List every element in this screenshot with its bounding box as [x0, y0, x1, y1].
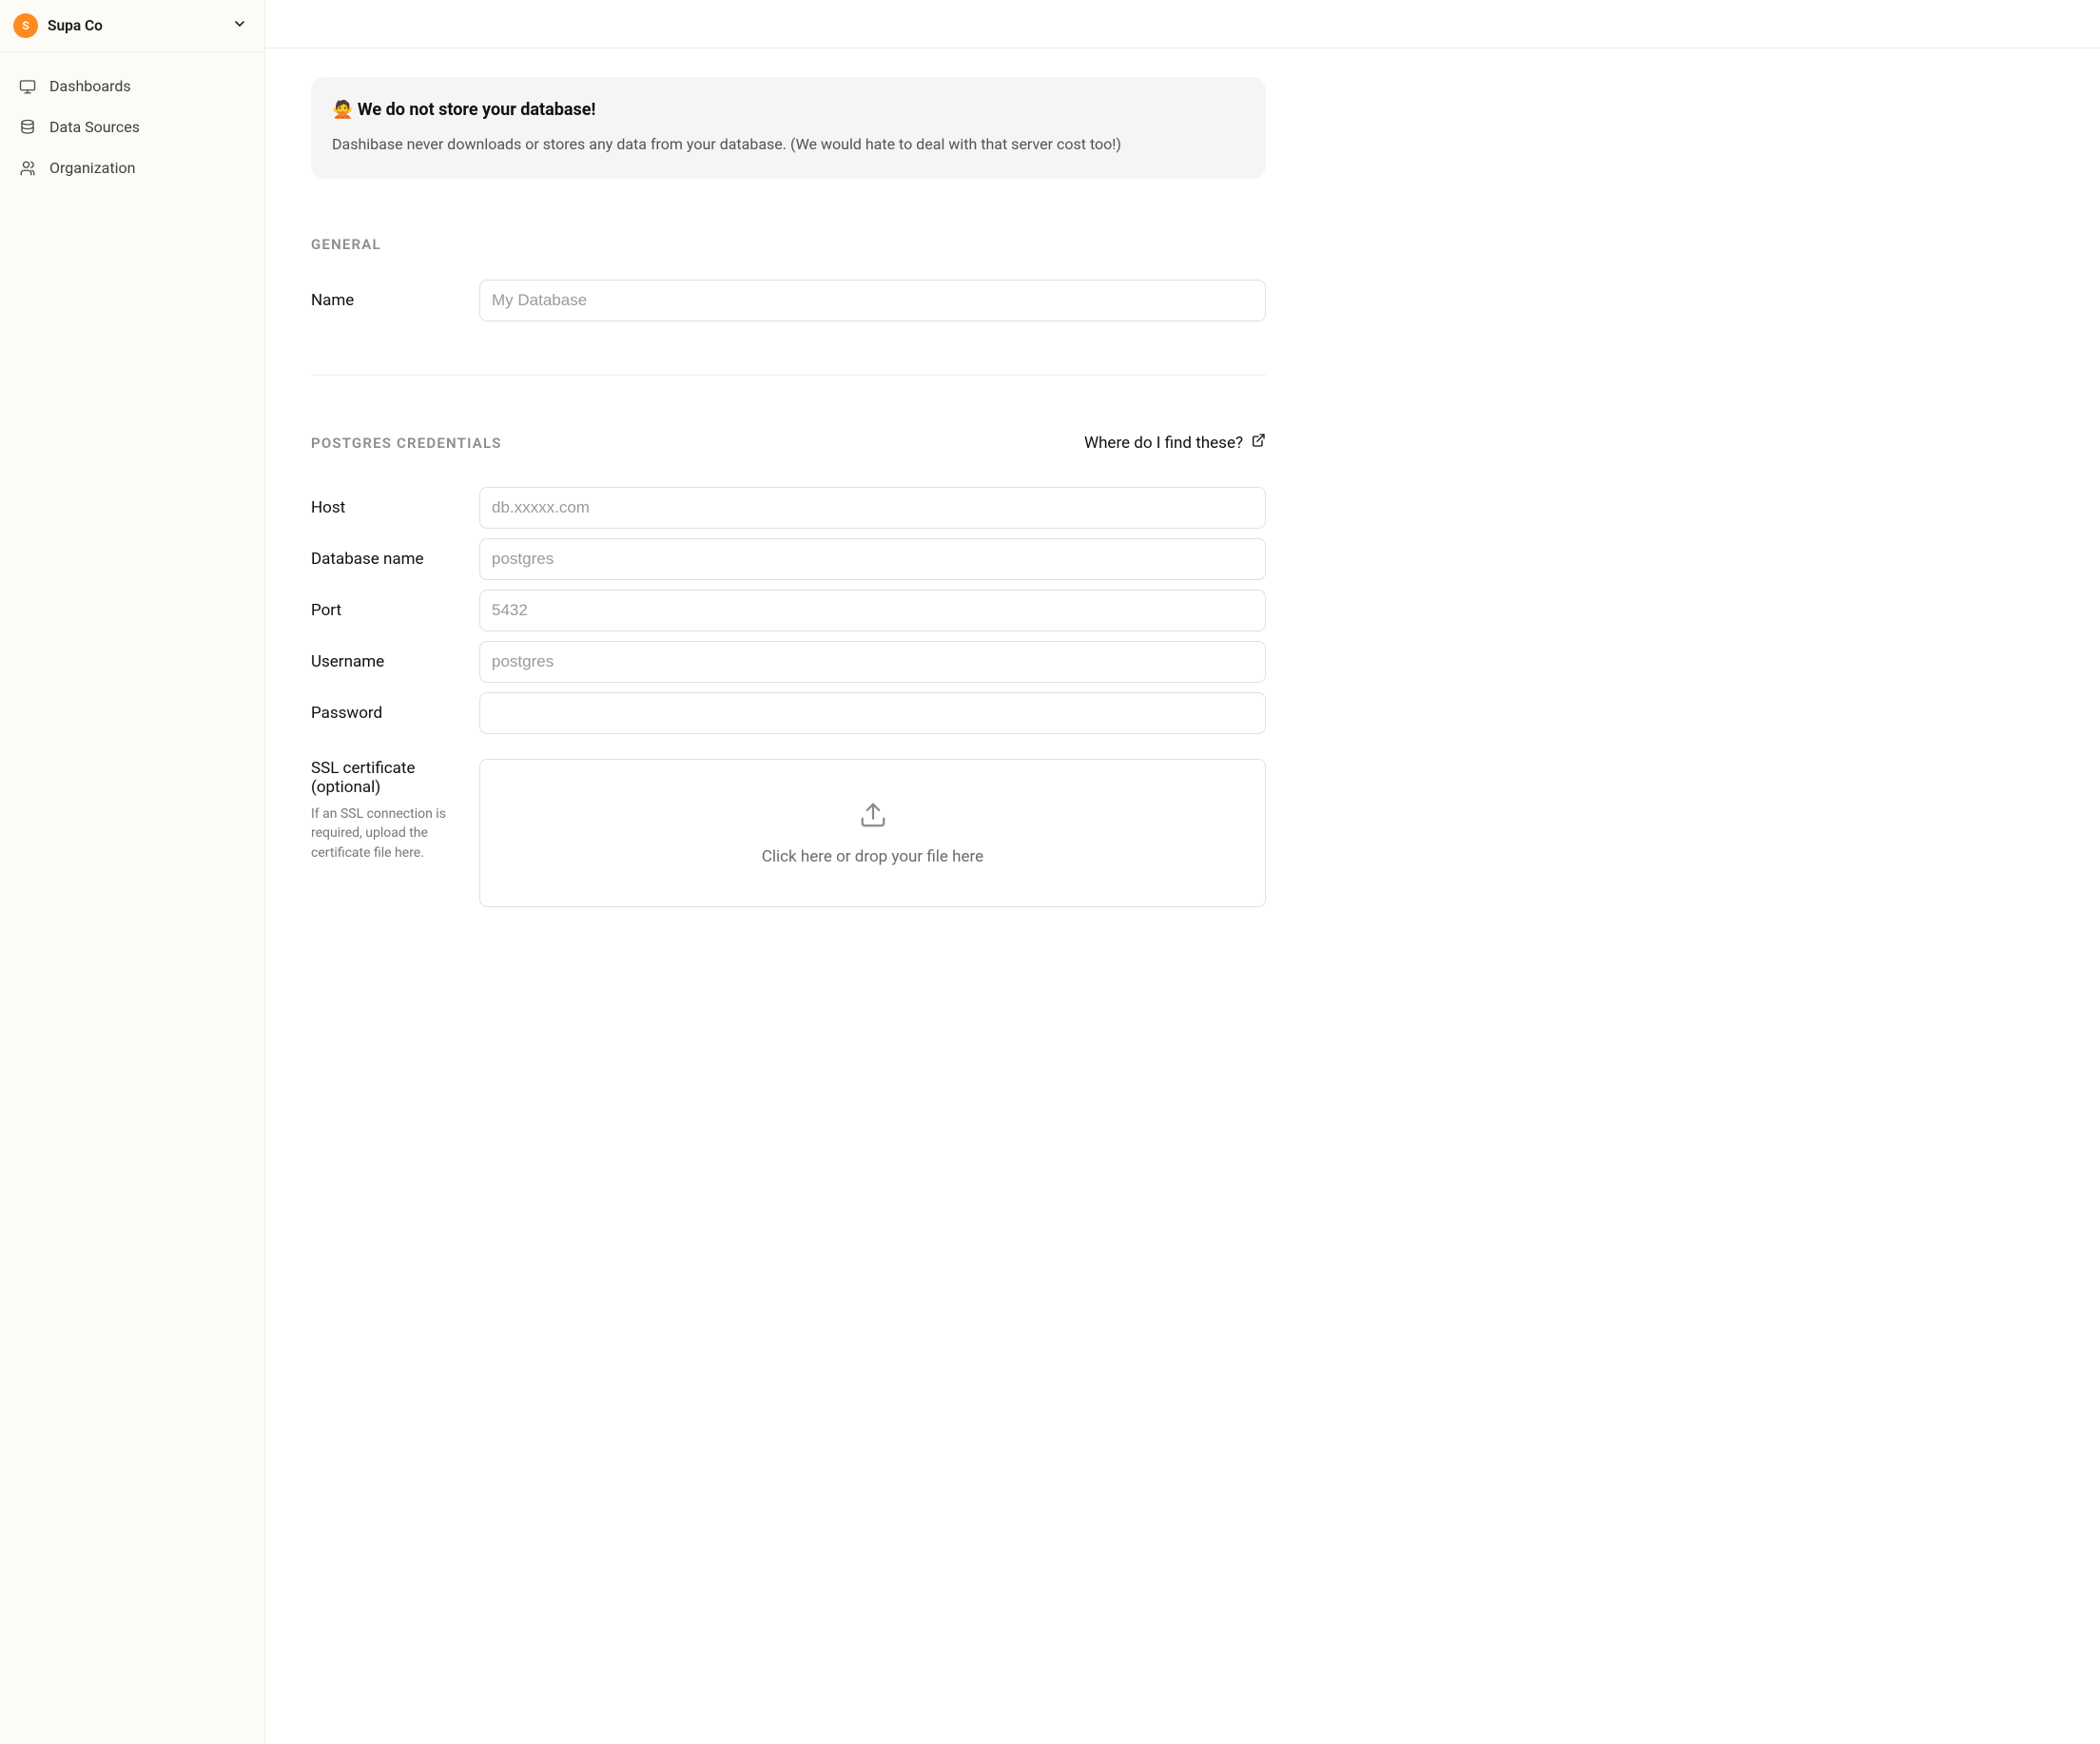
- field-label-password: Password: [311, 704, 460, 723]
- field-label-host: Host: [311, 498, 460, 517]
- field-label-ssl: SSL certificate (optional): [311, 759, 460, 797]
- external-link-icon: [1251, 433, 1266, 453]
- field-sub-ssl: If an SSL connection is required, upload…: [311, 804, 460, 862]
- topbar: [265, 0, 2100, 48]
- password-input[interactable]: [479, 692, 1266, 734]
- section-general: General Name: [311, 236, 1266, 321]
- sidebar: S Supa Co Dashboards Data Sources: [0, 0, 265, 1744]
- upload-text: Click here or drop your file here: [762, 847, 983, 866]
- field-label-username: Username: [311, 652, 460, 671]
- nav-label: Dashboards: [49, 77, 131, 95]
- field-label-dbname: Database name: [311, 550, 460, 569]
- section-postgres: Postgres Credentials Where do I find the…: [311, 433, 1266, 907]
- dbname-input[interactable]: [479, 538, 1266, 580]
- notice-emoji: 🙅: [332, 100, 353, 120]
- nav-label: Organization: [49, 159, 135, 177]
- nav-label: Data Sources: [49, 118, 140, 136]
- help-link-text: Where do I find these?: [1084, 434, 1243, 453]
- name-input[interactable]: [479, 280, 1266, 321]
- content: 🙅 We do not store your database! Dashiba…: [265, 48, 1312, 964]
- username-input[interactable]: [479, 641, 1266, 683]
- section-title: Postgres Credentials: [311, 435, 502, 452]
- divider: [311, 375, 1266, 376]
- notice-body: Dashibase never downloads or stores any …: [332, 133, 1245, 156]
- notice-title-text: We do not store your database!: [358, 100, 595, 120]
- sidebar-item-organization[interactable]: Organization: [10, 149, 255, 186]
- notice-title: 🙅 We do not store your database!: [332, 100, 1245, 120]
- nav: Dashboards Data Sources Organization: [0, 52, 264, 202]
- users-icon: [19, 160, 36, 177]
- section-title: General: [311, 236, 1266, 253]
- field-label-port: Port: [311, 601, 460, 620]
- upload-icon: [859, 801, 887, 834]
- sidebar-item-dashboards[interactable]: Dashboards: [10, 68, 255, 105]
- port-input[interactable]: [479, 590, 1266, 631]
- field-label-name: Name: [311, 291, 460, 310]
- avatar: S: [13, 13, 38, 38]
- org-name: Supa Co: [48, 17, 223, 34]
- ssl-upload-dropzone[interactable]: Click here or drop your file here: [479, 759, 1266, 907]
- monitor-icon: [19, 78, 36, 95]
- host-input[interactable]: [479, 487, 1266, 529]
- database-icon: [19, 119, 36, 136]
- sidebar-item-data-sources[interactable]: Data Sources: [10, 108, 255, 145]
- main: 🙅 We do not store your database! Dashiba…: [265, 0, 2100, 1744]
- org-switcher[interactable]: S Supa Co: [0, 0, 264, 52]
- chevron-down-icon: [232, 16, 247, 35]
- info-notice: 🙅 We do not store your database! Dashiba…: [311, 77, 1266, 179]
- credentials-help-link[interactable]: Where do I find these?: [1084, 433, 1266, 453]
